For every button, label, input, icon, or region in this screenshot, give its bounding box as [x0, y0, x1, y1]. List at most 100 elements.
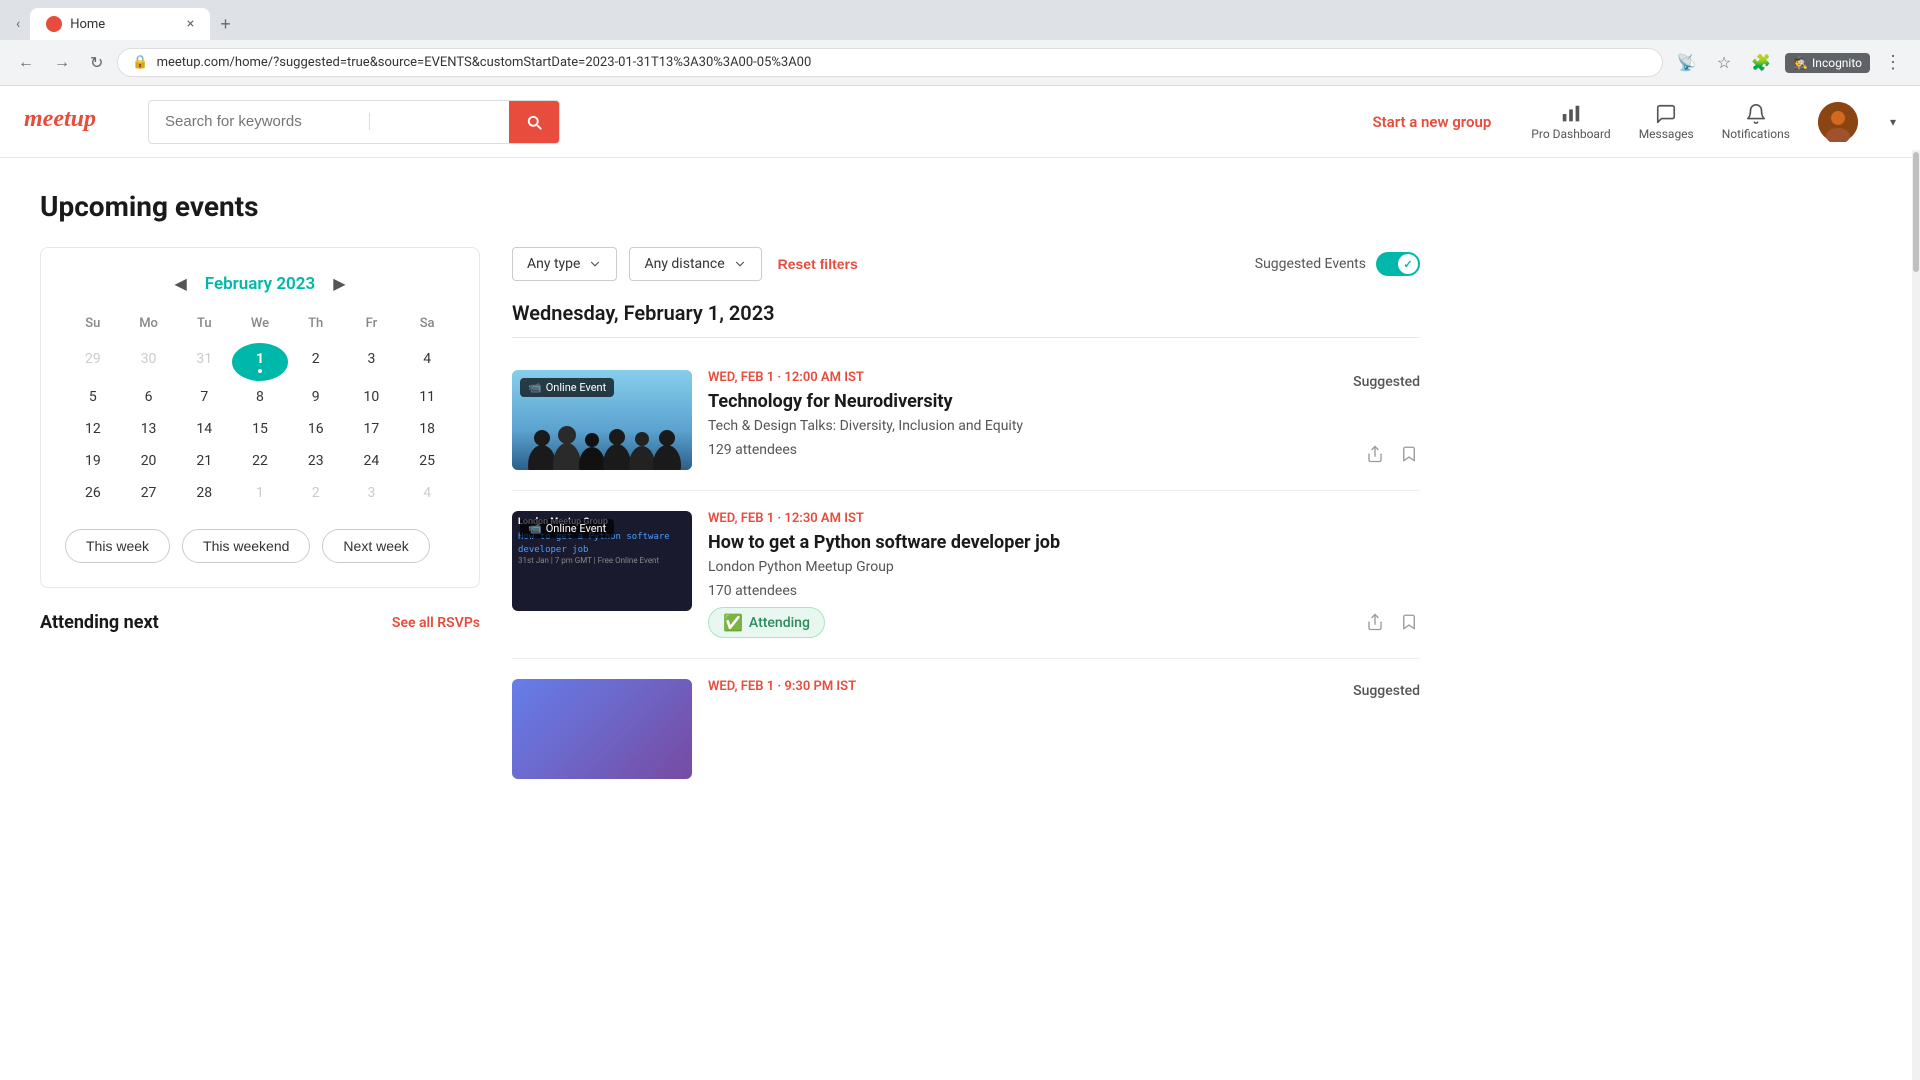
cal-day-13[interactable]: 13 [121, 413, 177, 445]
scrollbar-thumb[interactable] [1913, 152, 1919, 272]
browser-toolbar: ← → ↻ 🔒 meetup.com/home/?suggested=true&… [0, 40, 1920, 85]
dow-mo: Mo [121, 312, 177, 335]
cal-day-3[interactable]: 3 [344, 343, 400, 381]
cal-day-8[interactable]: 8 [232, 381, 288, 413]
cal-day-mar2[interactable]: 2 [288, 477, 344, 509]
see-all-rsvps-link[interactable]: See all RSVPs [392, 615, 480, 631]
back-button[interactable]: ← [12, 50, 40, 76]
attending-next-section: Attending next See all RSVPs [40, 612, 480, 633]
left-panel: ◀ February 2023 ▶ Su Mo Tu We Th Fr Sa [40, 247, 480, 799]
cast-button[interactable]: 📡 [1671, 49, 1703, 77]
event-group-1: Tech & Design Talks: Diversity, Inclusio… [708, 418, 1420, 434]
bookmark-button[interactable]: ☆ [1711, 49, 1737, 77]
forward-button[interactable]: → [48, 50, 76, 76]
week-filter-buttons: This week This weekend Next week [65, 529, 455, 563]
cal-day-23[interactable]: 23 [288, 445, 344, 477]
cal-day-6[interactable]: 6 [121, 381, 177, 413]
site-nav: meetup London, GB Start a new group Pro … [0, 86, 1920, 158]
calendar-prev-button[interactable]: ◀ [168, 272, 192, 296]
event-thumb-3[interactable] [512, 679, 692, 779]
reset-filters-button[interactable]: Reset filters [778, 256, 858, 272]
cal-day-22[interactable]: 22 [232, 445, 288, 477]
page-title: Upcoming events [40, 190, 1420, 223]
share-button-2[interactable] [1364, 611, 1386, 638]
distance-filter[interactable]: Any distance [629, 247, 761, 281]
bookmark-icon [1400, 445, 1418, 463]
cal-day-mar1[interactable]: 1 [232, 477, 288, 509]
cal-day-11[interactable]: 11 [399, 381, 455, 413]
cal-day-24[interactable]: 24 [344, 445, 400, 477]
calendar-days-of-week: Su Mo Tu We Th Fr Sa [65, 312, 455, 335]
active-tab[interactable]: Home × [30, 8, 210, 40]
extensions-button[interactable]: 🧩 [1745, 49, 1777, 77]
cal-day-31[interactable]: 31 [176, 343, 232, 381]
user-menu-arrow[interactable]: ▾ [1890, 115, 1896, 129]
notifications-label: Notifications [1722, 127, 1790, 141]
cal-day-10[interactable]: 10 [344, 381, 400, 413]
cal-day-7[interactable]: 7 [176, 381, 232, 413]
share-button-1[interactable] [1364, 443, 1386, 470]
meetup-logo[interactable]: meetup [24, 100, 124, 143]
cal-day-17[interactable]: 17 [344, 413, 400, 445]
address-bar[interactable]: 🔒 meetup.com/home/?suggested=true&source… [117, 48, 1663, 77]
cal-day-mar4[interactable]: 4 [399, 477, 455, 509]
tab-chevron-left[interactable]: ‹ [8, 12, 28, 36]
online-badge-label-1: Online Event [546, 381, 607, 394]
search-button[interactable] [509, 100, 559, 144]
cal-day-27[interactable]: 27 [121, 477, 177, 509]
this-week-button[interactable]: This week [65, 529, 170, 563]
cal-day-16[interactable]: 16 [288, 413, 344, 445]
notifications-button[interactable]: Notifications [1722, 103, 1790, 141]
calendar-week-1: 29 30 31 1 2 3 4 [65, 343, 455, 381]
toggle-knob: ✓ [1398, 254, 1418, 274]
cal-day-mar3[interactable]: 3 [344, 477, 400, 509]
save-button-1[interactable] [1398, 443, 1420, 470]
location-input[interactable]: London, GB [369, 113, 509, 130]
cal-day-9[interactable]: 9 [288, 381, 344, 413]
next-week-button[interactable]: Next week [322, 529, 429, 563]
search-icon [525, 113, 543, 131]
browser-chrome: ‹ Home × + ← → ↻ 🔒 meetup.com/home/?sugg… [0, 0, 1920, 86]
this-weekend-button[interactable]: This weekend [182, 529, 310, 563]
event-title-2[interactable]: How to get a Python software developer j… [708, 532, 1420, 553]
search-input[interactable] [149, 113, 369, 130]
cal-day-12[interactable]: 12 [65, 413, 121, 445]
messages-button[interactable]: Messages [1639, 103, 1694, 141]
start-group-link[interactable]: Start a new group [1372, 113, 1491, 131]
new-tab-button[interactable]: + [212, 10, 239, 39]
cal-day-1[interactable]: 1 [232, 343, 288, 381]
event-thumb-2[interactable]: London Meetup Group How to get a Python … [512, 511, 692, 611]
suggested-toggle-switch[interactable]: ✓ [1376, 252, 1420, 276]
browser-tabs: ‹ Home × + [0, 0, 1920, 40]
pro-dashboard-button[interactable]: Pro Dashboard [1531, 103, 1610, 141]
cal-day-5[interactable]: 5 [65, 381, 121, 413]
event-thumb-1[interactable]: 📹 Online Event [512, 370, 692, 470]
cal-day-29[interactable]: 29 [65, 343, 121, 381]
cal-day-28[interactable]: 28 [176, 477, 232, 509]
cal-day-26[interactable]: 26 [65, 477, 121, 509]
cal-day-20[interactable]: 20 [121, 445, 177, 477]
calendar-header: ◀ February 2023 ▶ [65, 272, 455, 296]
cal-day-30[interactable]: 30 [121, 343, 177, 381]
main-content: Upcoming events ◀ February 2023 ▶ Su Mo … [0, 158, 1460, 831]
tab-close-button[interactable]: × [187, 16, 194, 32]
event-title-1[interactable]: Technology for Neurodiversity [708, 391, 1420, 412]
save-button-2[interactable] [1398, 611, 1420, 638]
cal-day-21[interactable]: 21 [176, 445, 232, 477]
pro-dashboard-label: Pro Dashboard [1531, 127, 1610, 141]
cal-day-18[interactable]: 18 [399, 413, 455, 445]
cal-day-2[interactable]: 2 [288, 343, 344, 381]
cal-day-25[interactable]: 25 [399, 445, 455, 477]
scrollbar[interactable] [1912, 150, 1920, 1080]
attending-header: Attending next See all RSVPs [40, 612, 480, 633]
type-filter[interactable]: Any type [512, 247, 617, 281]
reload-button[interactable]: ↻ [84, 49, 109, 77]
cal-day-19[interactable]: 19 [65, 445, 121, 477]
cal-day-14[interactable]: 14 [176, 413, 232, 445]
avatar-image [1818, 102, 1858, 142]
calendar-next-button[interactable]: ▶ [327, 272, 351, 296]
cal-day-4[interactable]: 4 [399, 343, 455, 381]
user-avatar[interactable] [1818, 102, 1858, 142]
more-options-button[interactable]: ⋮ [1878, 48, 1908, 77]
cal-day-15[interactable]: 15 [232, 413, 288, 445]
